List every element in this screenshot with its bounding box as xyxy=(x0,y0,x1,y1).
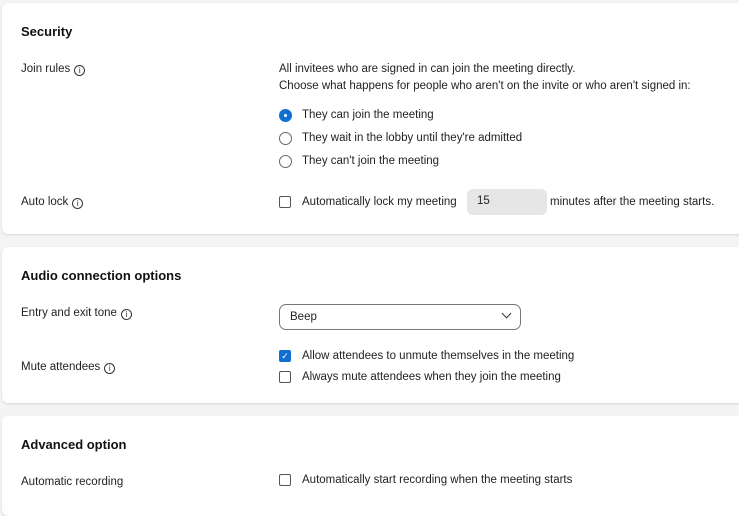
advanced-card xyxy=(2,416,739,516)
option-label: They wait in the lobby until they're adm… xyxy=(302,132,523,144)
radio-wait-lobby[interactable] xyxy=(279,132,292,145)
allow-unmute-checkbox[interactable]: ✓ xyxy=(279,350,291,362)
auto-recording-checkbox[interactable] xyxy=(279,474,291,486)
auto-lock-checkbox-label: Automatically lock my meeting xyxy=(302,196,457,208)
join-rules-label: Join rules i xyxy=(21,63,86,76)
join-description: All invitees who are signed in can join … xyxy=(279,63,576,75)
auto-lock-text: Auto lock xyxy=(21,196,69,208)
tone-text: Entry and exit tone xyxy=(21,307,117,319)
chevron-down-icon xyxy=(501,308,512,319)
mute-text: Mute attendees xyxy=(21,361,101,373)
auto-lock-suffix: minutes after the meeting starts. xyxy=(550,196,715,208)
auto-recording-label: Automatically start recording when the m… xyxy=(302,474,573,486)
auto-lock-minutes-input[interactable]: 15 xyxy=(467,189,547,215)
tone-select[interactable]: Beep xyxy=(279,304,521,330)
join-rules-text: Join rules xyxy=(21,63,71,75)
mute-label: Mute attendees i xyxy=(21,361,116,374)
info-icon[interactable]: i xyxy=(104,363,116,374)
auto-lock-checkbox[interactable] xyxy=(279,196,291,208)
radio-cant-join[interactable] xyxy=(279,155,292,168)
option-label: They can't join the meeting xyxy=(302,155,440,167)
info-icon[interactable]: i xyxy=(74,65,86,76)
audio-title: Audio connection options xyxy=(21,268,182,283)
info-icon[interactable]: i xyxy=(120,309,132,320)
option-label: They can join the meeting xyxy=(302,109,434,121)
radio-can-join[interactable] xyxy=(279,109,292,122)
info-icon[interactable]: i xyxy=(72,198,84,209)
auto-lock-label: Auto lock i xyxy=(21,196,84,209)
allow-unmute-label: Allow attendees to unmute themselves in … xyxy=(302,350,575,362)
tone-label: Entry and exit tone i xyxy=(21,307,132,320)
always-mute-checkbox[interactable] xyxy=(279,371,291,383)
security-title: Security xyxy=(21,24,73,39)
always-mute-label: Always mute attendees when they join the… xyxy=(302,371,561,383)
join-description-2: Choose what happens for people who aren'… xyxy=(279,80,691,92)
advanced-title: Advanced option xyxy=(21,437,127,452)
recording-label: Automatic recording xyxy=(21,476,124,488)
tone-value: Beep xyxy=(290,311,317,323)
